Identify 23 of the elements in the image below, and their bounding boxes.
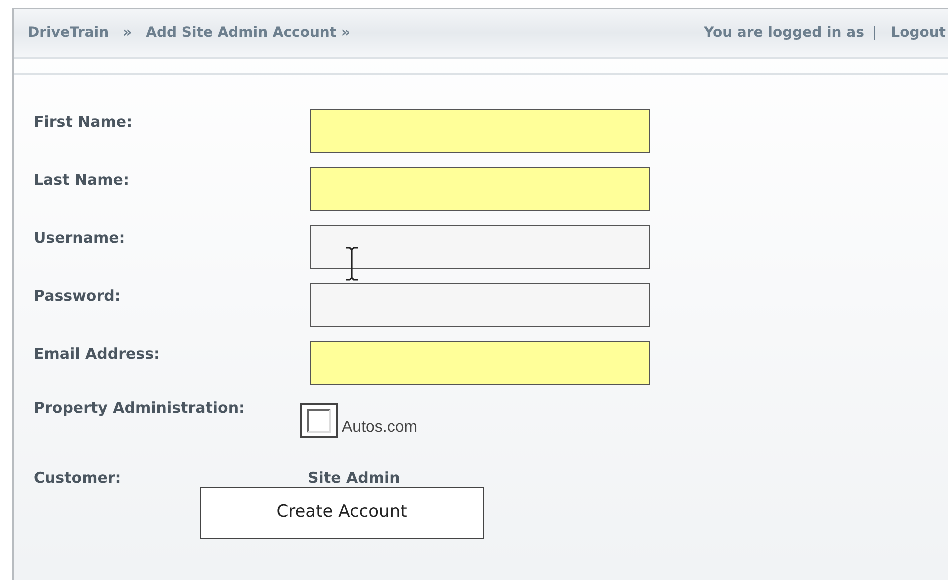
breadcrumb-separator: » [123,24,132,42]
checkbox-label: Autos.com [342,418,418,438]
create-account-button[interactable]: Create Account [200,487,484,539]
divider-text: | [872,24,878,42]
field-label: Property Administration: [34,398,246,419]
text-cursor-icon [345,247,359,281]
field-label: Last Name: [34,170,130,191]
breadcrumb-link[interactable]: DriveTrain [28,22,110,44]
input-field[interactable] [310,225,650,269]
input-field[interactable] [310,167,650,211]
input-field[interactable] [310,109,650,153]
login-status: You are logged in as [704,24,864,42]
field-label: Password: [34,286,122,307]
breadcrumb-link[interactable]: Add Site Admin Account » [146,22,350,44]
logout-link[interactable]: Logout [891,22,946,44]
field-label: Email Address: [34,344,162,365]
input-field[interactable] [310,341,650,385]
customer-value: Site Admin [308,468,400,489]
field-label: Customer: [34,468,122,489]
input-field[interactable] [310,283,650,327]
field-label: First Name: [34,112,134,133]
field-label: Username: [34,228,126,249]
checkbox[interactable] [300,403,338,438]
